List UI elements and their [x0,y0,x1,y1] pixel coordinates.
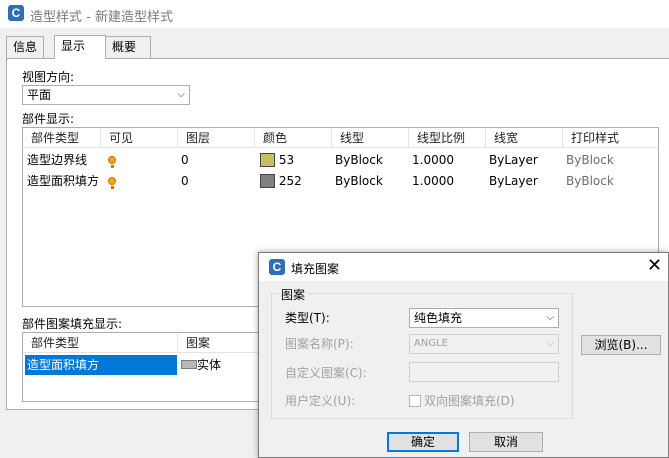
row2-linetype[interactable]: ByBlock [335,171,383,191]
hatch-pattern-dialog: C 填充图案 ✕ 图案 类型(T): 纯色填充 ⌵ 图案名称(P): ANGLE… [258,252,669,458]
tab-info[interactable]: 信息 [6,36,45,58]
hatch-row1-type[interactable]: 造型面积填方 [25,355,177,375]
hatch-table[interactable]: 部件类型 图案 造型面积填方 实体 [22,332,282,402]
pattern-name-select[interactable]: ANGLE ⌵ [409,334,559,354]
view-direction-select[interactable]: 平面 ⌵ [22,85,190,105]
ok-button[interactable]: 确定 [387,432,459,452]
hatch-row1-pattern[interactable]: 实体 [181,355,221,375]
window-titlebar: C 造型样式 - 新建造型样式 [0,0,669,28]
custom-pattern-input[interactable] [409,362,559,382]
row2-plotstyle[interactable]: ByBlock [566,171,614,191]
tab-overview[interactable]: 概要 [105,36,151,58]
row2-type[interactable]: 造型面积填方 [27,171,99,191]
col-header-color[interactable]: 颜色 [255,128,332,148]
col-header-visible[interactable]: 可见 [101,128,178,148]
row1-color[interactable]: 53 [260,150,294,170]
cancel-button[interactable]: 取消 [469,432,543,452]
dialog-title: 填充图案 [291,262,340,276]
pattern-group-label: 图案 [279,286,308,303]
user-defined-label: 用户定义(U): [285,394,356,408]
view-direction-label: 视图方向: [22,70,75,84]
row2-color[interactable]: 252 [260,171,302,191]
col-header-lineweight[interactable]: 线宽 [486,128,563,148]
row2-visible-bulb-icon[interactable] [108,171,116,191]
row1-color-swatch [260,153,275,167]
row1-plotstyle[interactable]: ByBlock [566,150,614,170]
row2-color-value: 252 [278,174,302,188]
checkbox-icon [409,395,421,407]
row2-color-swatch [260,174,275,188]
row2-layer[interactable]: 0 [181,171,189,191]
row1-visible-bulb-icon[interactable] [108,150,116,170]
col-header-scale[interactable]: 线型比例 [409,128,486,148]
row1-type[interactable]: 造型边界线 [27,150,87,170]
dialog-logo-icon: C [269,259,285,275]
hatch-col-header-type[interactable]: 部件类型 [23,333,178,353]
custom-pattern-label: 自定义图案(C): [285,366,367,380]
row2-lineweight[interactable]: ByLayer [489,171,538,191]
row1-color-value: 53 [278,153,295,167]
view-direction-value: 平面 [27,88,52,102]
browse-button[interactable]: 浏览(B)... [581,335,661,355]
app-logo-icon: C [8,5,24,21]
chevron-down-icon: ⌵ [177,89,185,100]
components-label: 部件显示: [22,112,75,126]
col-header-type[interactable]: 部件类型 [23,128,101,148]
solid-pattern-icon [181,360,197,369]
col-header-layer[interactable]: 图层 [178,128,255,148]
chevron-down-icon: ⌵ [546,312,554,323]
row1-lineweight[interactable]: ByLayer [489,150,538,170]
pattern-name-label: 图案名称(P): [285,337,354,351]
row1-scale[interactable]: 1.0000 [412,150,454,170]
tab-display[interactable]: 显示 [54,35,106,59]
window-title: 造型样式 - 新建造型样式 [30,10,173,25]
dialog-titlebar: C 填充图案 ✕ [259,253,668,281]
type-label: 类型(T): [285,311,330,325]
hatch-row1-pattern-label: 实体 [197,358,222,372]
row2-scale[interactable]: 1.0000 [412,171,454,191]
chevron-down-icon: ⌵ [546,338,554,349]
type-select-value: 纯色填充 [414,311,463,325]
type-select[interactable]: 纯色填充 ⌵ [409,308,559,328]
double-hatch-checkbox[interactable]: 双向图案填充(D) [409,392,515,409]
pattern-name-value: ANGLE [414,338,448,349]
col-header-plotstyle[interactable]: 打印样式 [563,128,658,148]
hatch-label: 部件图案填充显示: [22,317,123,331]
col-header-linetype[interactable]: 线型 [332,128,409,148]
row1-layer[interactable]: 0 [181,150,189,170]
close-icon[interactable]: ✕ [647,255,662,277]
row1-linetype[interactable]: ByBlock [335,150,383,170]
double-hatch-label: 双向图案填充(D) [424,394,515,408]
